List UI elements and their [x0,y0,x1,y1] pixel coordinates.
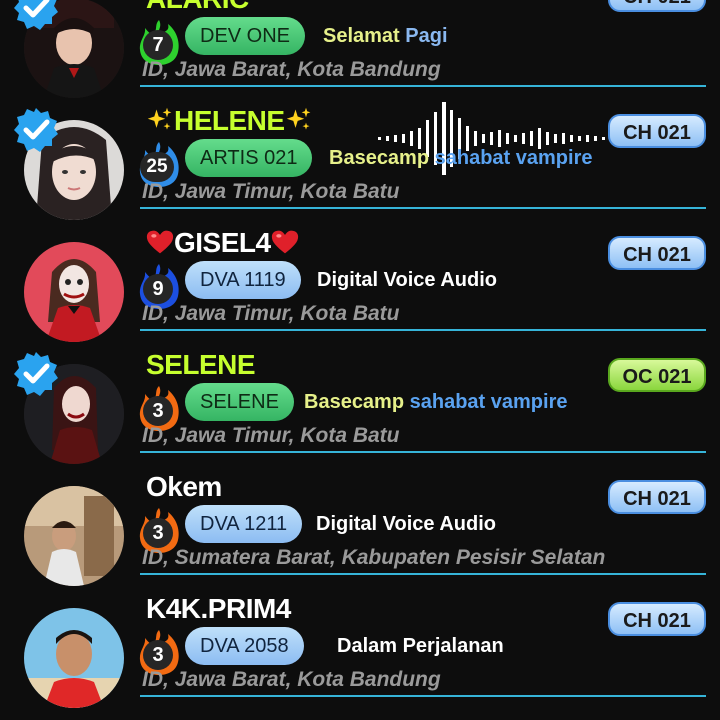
list-item[interactable]: K4K.PRIM4 3 DVA 2058 Dalam Perjalanan ID… [0,592,720,714]
channel-badge[interactable]: CH 021 [608,114,706,148]
user-name: SELENE [146,349,256,380]
list-item[interactable]: HELENE 25 ARTIS 021 Basecamp sahabat vam… [0,102,720,226]
verified-badge-icon [12,0,60,32]
channel-badge[interactable]: CH 021 [608,0,706,12]
sparkles-icon [146,106,174,134]
heart-icon [271,228,299,256]
channel-badge[interactable]: OC 021 [608,358,706,392]
user-tag-badge[interactable]: DVA 1119 [185,261,301,299]
location-text: ID, Jawa Barat, Kota Bandung [142,668,441,691]
user-tag-badge[interactable]: DVA 1211 [185,505,303,543]
user-name: K4K.PRIM4 [146,593,291,624]
avatar[interactable] [24,242,124,342]
user-tag-badge[interactable]: ARTIS 021 [185,139,313,177]
status-text: Basecamp sahabat vampire [304,391,568,413]
user-name: GISEL4 [146,226,299,260]
channel-badge[interactable]: CH 021 [608,480,706,514]
status-text: Digital Voice Audio [316,513,497,535]
user-list: ALARIC 7 DEV ONE Selamat Pagi ID, Jawa B… [0,0,720,720]
user-name: HELENE [146,104,313,138]
location-text: ID, Jawa Barat, Kota Bandung [142,58,441,81]
list-item[interactable]: ALARIC 7 DEV ONE Selamat Pagi ID, Jawa B… [0,0,720,104]
channel-badge[interactable]: CH 021 [608,602,706,636]
user-tag-badge[interactable]: DEV ONE [185,17,306,55]
user-tag-badge[interactable]: DVA 2058 [185,627,304,665]
divider [140,85,706,87]
avatar[interactable] [24,608,124,708]
heart-icon [146,228,174,256]
user-tag-badge[interactable]: SELENE [185,383,294,421]
divider [140,451,706,453]
avatar[interactable] [24,486,124,586]
divider [140,207,706,209]
channel-badge[interactable]: CH 021 [608,236,706,270]
sparkles-icon [285,106,313,134]
status-text: Dalam Perjalanan [337,635,504,657]
status-text: Basecamp sahabat vampire [329,147,593,169]
user-name: ALARIC [146,0,249,16]
location-text: ID, Jawa Timur, Kota Batu [142,424,400,447]
verified-badge-icon [12,350,60,398]
list-item[interactable]: Okem 3 DVA 1211 Digital Voice Audio ID, … [0,470,720,592]
user-name: Okem [146,471,222,502]
location-text: ID, Sumatera Barat, Kabupaten Pesisir Se… [142,546,606,569]
divider [140,573,706,575]
list-item[interactable]: SELENE 3 SELENE Basecamp sahabat vampire… [0,348,720,470]
divider [140,329,706,331]
list-item[interactable]: GISEL4 9 DVA 1119 Digital Voice Audio ID… [0,226,720,348]
status-text: Digital Voice Audio [317,269,498,291]
status-text: Selamat Pagi [323,25,448,47]
location-text: ID, Jawa Timur, Kota Batu [142,180,400,203]
verified-badge-icon [12,106,60,154]
location-text: ID, Jawa Timur, Kota Batu [142,302,400,325]
divider [140,695,706,697]
